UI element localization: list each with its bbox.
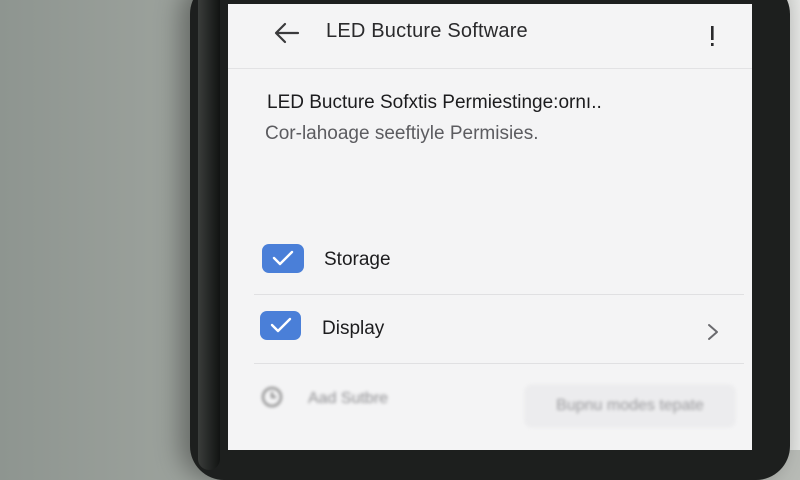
footer-row: Aad Sutbre Bupnu modes tepate: [254, 372, 744, 442]
modes-button[interactable]: Bupnu modes tepate: [524, 384, 736, 428]
check-icon: [270, 317, 292, 333]
permission-subtitle: Cor-lahoage seeftiyle Permisies.: [265, 123, 539, 144]
storage-label: Storage: [324, 249, 391, 270]
display-label: Display: [322, 318, 385, 339]
history-icon: [260, 384, 284, 408]
check-icon: [272, 250, 294, 266]
phone-screen: LED Bucture Software LED Bucture Sofxtis…: [228, 4, 752, 450]
app-title: LED Bucture Software: [326, 20, 528, 42]
footer-row-label: Aad Sutbre: [308, 390, 389, 407]
permission-row-display[interactable]: Display: [254, 295, 744, 364]
display-checkbox[interactable]: [260, 311, 301, 340]
permission-title: LED Bucture Sofxtis Permiestinge:ornı..: [267, 92, 602, 113]
chevron-right-icon[interactable]: [706, 323, 720, 341]
more-vert-icon[interactable]: [706, 22, 718, 52]
permission-row-storage[interactable]: Storage: [254, 226, 744, 295]
app-bar: LED Bucture Software: [228, 4, 752, 69]
storage-checkbox[interactable]: [262, 244, 304, 273]
back-arrow-icon[interactable]: [272, 18, 302, 48]
phone-edge: [198, 0, 220, 470]
